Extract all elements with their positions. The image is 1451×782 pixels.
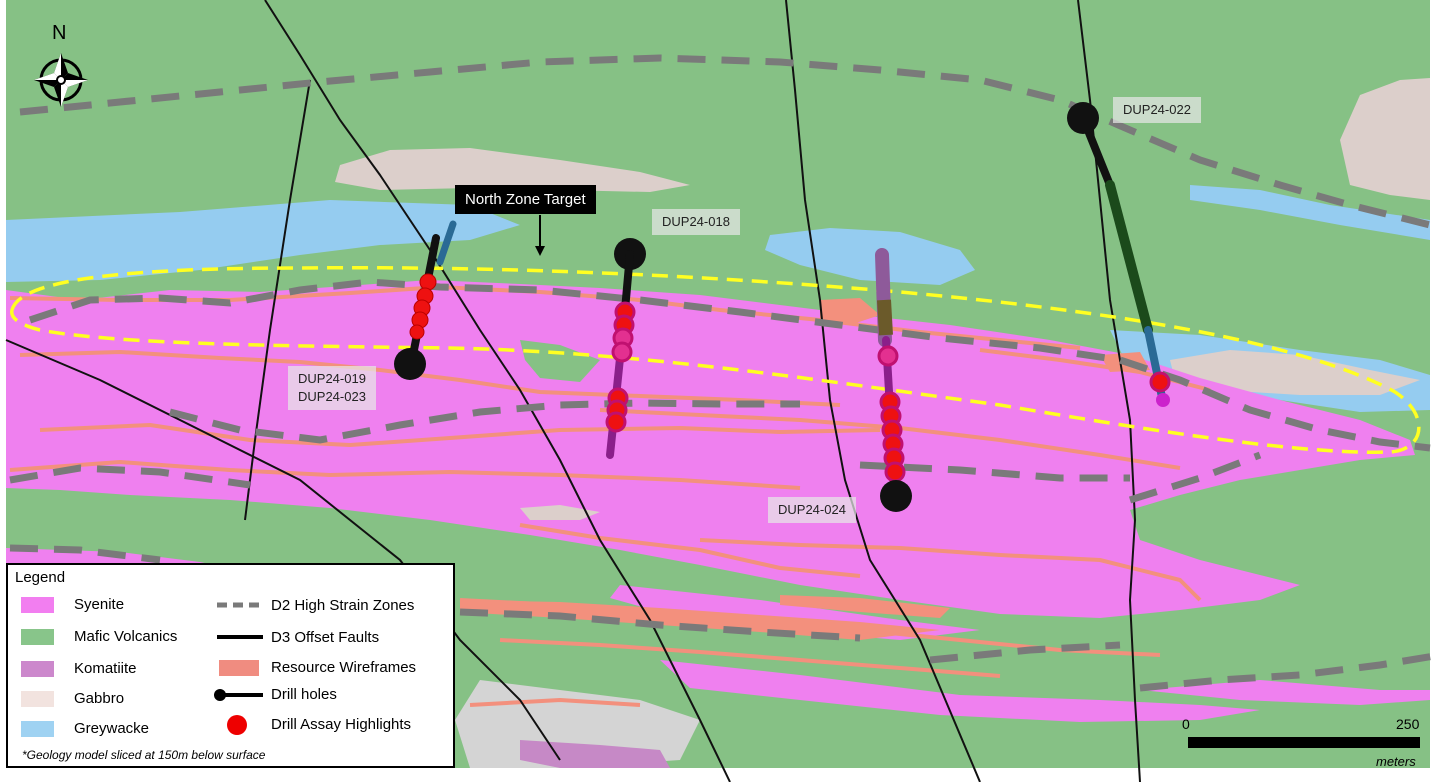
solid-line-icon: [217, 635, 263, 639]
greywacke-swatch: [21, 721, 54, 737]
drill-hole-label-dup24-022: DUP24-022: [1113, 97, 1201, 123]
legend: Legend Syenite Mafic Volcanics Komatiite…: [6, 563, 455, 768]
legend-item-gabbro: Gabbro: [74, 690, 125, 707]
gabbro-swatch: [21, 691, 54, 707]
resource-wireframe-swatch: [219, 660, 259, 676]
scale-end-label: 250: [1396, 716, 1420, 732]
scale-unit-label: meters: [1376, 754, 1416, 769]
drill-hole-label-dup24-024: DUP24-024: [768, 497, 856, 523]
north-zone-target-label: North Zone Target: [455, 185, 596, 214]
legend-note: *Geology model sliced at 150m below surf…: [22, 748, 266, 762]
scale-start-label: 0: [1182, 716, 1190, 732]
syenite-swatch: [21, 597, 54, 613]
drill-hole-label-dup24-018: DUP24-018: [652, 209, 740, 235]
red-dot-icon: [227, 715, 247, 735]
legend-item-drill-assay-highlights: Drill Assay Highlights: [271, 716, 412, 733]
legend-item-syenite: Syenite: [74, 596, 125, 613]
legend-item-greywacke: Greywacke: [74, 720, 150, 737]
legend-item-d2-high-strain-zones: D2 High Strain Zones: [271, 597, 415, 614]
legend-item-drill-holes: Drill holes: [271, 686, 337, 703]
komatiite-swatch: [21, 661, 54, 677]
legend-item-d3-offset-faults: D3 Offset Faults: [271, 629, 380, 646]
drill-hole-label-dup24-019-023: DUP24-019 DUP24-023: [288, 366, 376, 410]
north-label: N: [52, 22, 67, 44]
legend-item-resource-wireframes: Resource Wireframes: [271, 659, 417, 676]
drill-hole-icon: [214, 689, 263, 701]
drill-hole-label-dup24-019: DUP24-019: [298, 371, 366, 386]
legend-item-mafic-volcanics: Mafic Volcanics: [74, 628, 178, 645]
mafic-volcanics-swatch: [21, 629, 54, 645]
legend-item-komatiite: Komatiite: [74, 660, 137, 677]
scale-bar: [1188, 737, 1420, 748]
dashed-line-icon: [217, 602, 263, 608]
drill-hole-label-dup24-023: DUP24-023: [298, 389, 366, 404]
legend-title: Legend: [15, 569, 66, 586]
